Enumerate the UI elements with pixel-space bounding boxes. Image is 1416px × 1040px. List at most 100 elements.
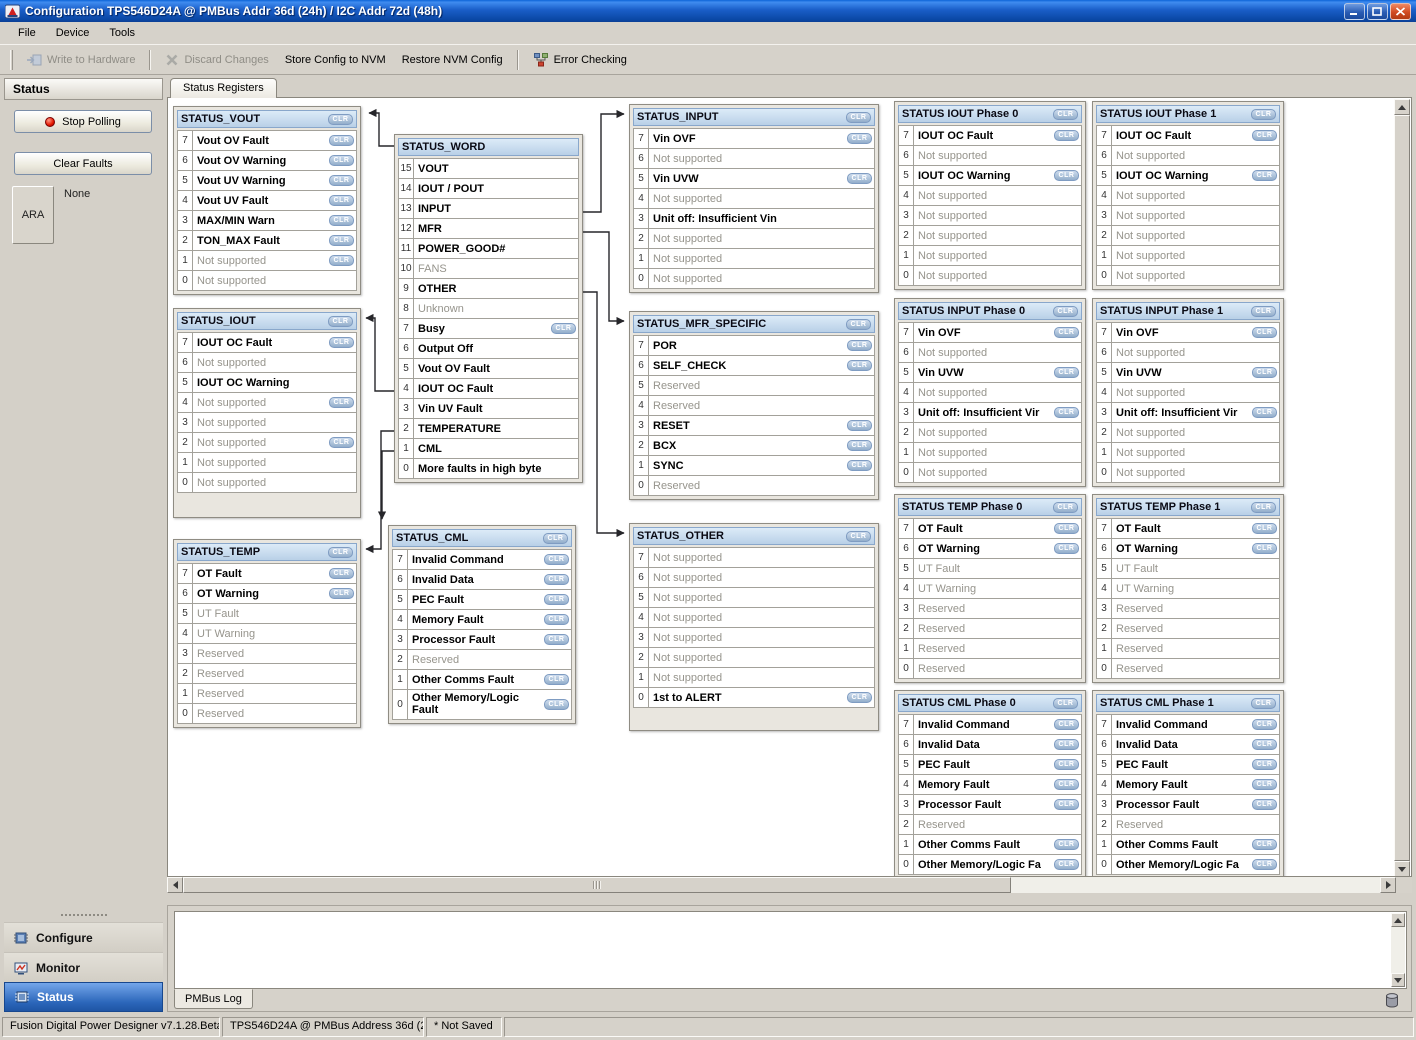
- clr-button[interactable]: CLR: [846, 319, 871, 330]
- clr-button[interactable]: CLR: [847, 133, 872, 144]
- clr-button[interactable]: CLR: [1054, 130, 1079, 141]
- menu-file[interactable]: File: [8, 24, 46, 42]
- log-scroll-down-button[interactable]: [1391, 973, 1405, 987]
- clr-button[interactable]: CLR: [329, 175, 354, 186]
- clr-button[interactable]: CLR: [1054, 739, 1079, 750]
- clr-button[interactable]: CLR: [1252, 799, 1277, 810]
- clr-button[interactable]: CLR: [1053, 502, 1078, 513]
- clr-button[interactable]: CLR: [544, 594, 569, 605]
- vertical-scrollbar[interactable]: [1394, 99, 1410, 877]
- store-config-to-nvm-button[interactable]: Store Config to NVM: [278, 51, 393, 69]
- clr-button[interactable]: CLR: [847, 340, 872, 351]
- nav-item-status[interactable]: Status: [4, 982, 163, 1012]
- menu-device[interactable]: Device: [46, 24, 100, 42]
- clr-button[interactable]: CLR: [329, 337, 354, 348]
- discard-changes-button[interactable]: Discard Changes: [158, 50, 275, 70]
- vertical-scroll-thumb[interactable]: [1394, 115, 1410, 861]
- clr-button[interactable]: CLR: [329, 255, 354, 266]
- clr-button[interactable]: CLR: [544, 674, 569, 685]
- clr-button[interactable]: CLR: [1054, 859, 1079, 870]
- log-scroll-up-button[interactable]: [1391, 913, 1405, 927]
- clr-button[interactable]: CLR: [1054, 779, 1079, 790]
- close-button[interactable]: [1390, 3, 1411, 20]
- horizontal-scrollbar[interactable]: [167, 877, 1412, 893]
- clr-button[interactable]: CLR: [1251, 306, 1276, 317]
- clear-faults-button[interactable]: Clear Faults: [14, 152, 152, 175]
- clr-button[interactable]: CLR: [1252, 523, 1277, 534]
- clr-button[interactable]: CLR: [1252, 859, 1277, 870]
- clr-button[interactable]: CLR: [544, 699, 569, 710]
- clr-button[interactable]: CLR: [847, 692, 872, 703]
- clr-button[interactable]: CLR: [1054, 799, 1079, 810]
- clr-button[interactable]: CLR: [847, 173, 872, 184]
- clr-button[interactable]: CLR: [1251, 502, 1276, 513]
- clr-button[interactable]: CLR: [847, 420, 872, 431]
- clr-button[interactable]: CLR: [1252, 367, 1277, 378]
- write-to-hardware-button[interactable]: Write to Hardware: [19, 50, 142, 70]
- clr-button[interactable]: CLR: [543, 533, 568, 544]
- clr-button[interactable]: CLR: [846, 112, 871, 123]
- scroll-left-button[interactable]: [167, 877, 183, 893]
- clr-button[interactable]: CLR: [544, 554, 569, 565]
- clr-button[interactable]: CLR: [1054, 719, 1079, 730]
- clear-log-button[interactable]: [1385, 992, 1399, 1014]
- stop-polling-button[interactable]: Stop Polling: [14, 110, 152, 133]
- minimize-button[interactable]: [1344, 3, 1365, 20]
- clr-button[interactable]: CLR: [1054, 523, 1079, 534]
- clr-button[interactable]: CLR: [1053, 306, 1078, 317]
- clr-button[interactable]: CLR: [847, 460, 872, 471]
- clr-button[interactable]: CLR: [1054, 759, 1079, 770]
- clr-button[interactable]: CLR: [1251, 698, 1276, 709]
- clr-button[interactable]: CLR: [1054, 327, 1079, 338]
- clr-button[interactable]: CLR: [328, 316, 353, 327]
- clr-button[interactable]: CLR: [551, 323, 576, 334]
- clr-button[interactable]: CLR: [847, 440, 872, 451]
- clr-button[interactable]: CLR: [329, 135, 354, 146]
- clr-button[interactable]: CLR: [1054, 170, 1079, 181]
- clr-button[interactable]: CLR: [329, 588, 354, 599]
- horizontal-scroll-thumb[interactable]: [183, 877, 1011, 893]
- clr-button[interactable]: CLR: [847, 360, 872, 371]
- clr-button[interactable]: CLR: [329, 215, 354, 226]
- clr-button[interactable]: CLR: [328, 547, 353, 558]
- clr-button[interactable]: CLR: [544, 574, 569, 585]
- clr-button[interactable]: CLR: [1054, 367, 1079, 378]
- clr-button[interactable]: CLR: [544, 614, 569, 625]
- horizontal-scroll-track[interactable]: [1011, 877, 1380, 893]
- clr-button[interactable]: CLR: [1054, 407, 1079, 418]
- restore-nvm-config-button[interactable]: Restore NVM Config: [395, 51, 510, 69]
- nav-item-configure[interactable]: Configure: [4, 922, 163, 952]
- clr-button[interactable]: CLR: [1252, 839, 1277, 850]
- clr-button[interactable]: CLR: [329, 235, 354, 246]
- clr-button[interactable]: CLR: [1251, 109, 1276, 120]
- clr-button[interactable]: CLR: [1252, 407, 1277, 418]
- maximize-button[interactable]: [1367, 3, 1388, 20]
- menu-tools[interactable]: Tools: [99, 24, 145, 42]
- clr-button[interactable]: CLR: [329, 568, 354, 579]
- clr-button[interactable]: CLR: [1252, 170, 1277, 181]
- clr-button[interactable]: CLR: [1054, 839, 1079, 850]
- clr-button[interactable]: CLR: [328, 114, 353, 125]
- scroll-down-button[interactable]: [1394, 861, 1410, 877]
- scroll-up-button[interactable]: [1394, 99, 1410, 115]
- clr-button[interactable]: CLR: [1053, 698, 1078, 709]
- error-checking-button[interactable]: Error Checking: [526, 49, 634, 70]
- clr-button[interactable]: CLR: [1054, 543, 1079, 554]
- clr-button[interactable]: CLR: [1252, 327, 1277, 338]
- tab-pmbus-log[interactable]: PMBus Log: [174, 989, 253, 1009]
- clr-button[interactable]: CLR: [1252, 759, 1277, 770]
- scroll-right-button[interactable]: [1380, 877, 1396, 893]
- clr-button[interactable]: CLR: [1252, 543, 1277, 554]
- clr-button[interactable]: CLR: [1252, 739, 1277, 750]
- clr-button[interactable]: CLR: [329, 155, 354, 166]
- log-scrollbar[interactable]: [1391, 913, 1405, 987]
- clr-button[interactable]: CLR: [1252, 130, 1277, 141]
- nav-item-monitor[interactable]: Monitor: [4, 952, 163, 982]
- clr-button[interactable]: CLR: [1252, 779, 1277, 790]
- clr-button[interactable]: CLR: [846, 531, 871, 542]
- clr-button[interactable]: CLR: [329, 195, 354, 206]
- clr-button[interactable]: CLR: [544, 634, 569, 645]
- clr-button[interactable]: CLR: [329, 437, 354, 448]
- clr-button[interactable]: CLR: [329, 397, 354, 408]
- clr-button[interactable]: CLR: [1252, 719, 1277, 730]
